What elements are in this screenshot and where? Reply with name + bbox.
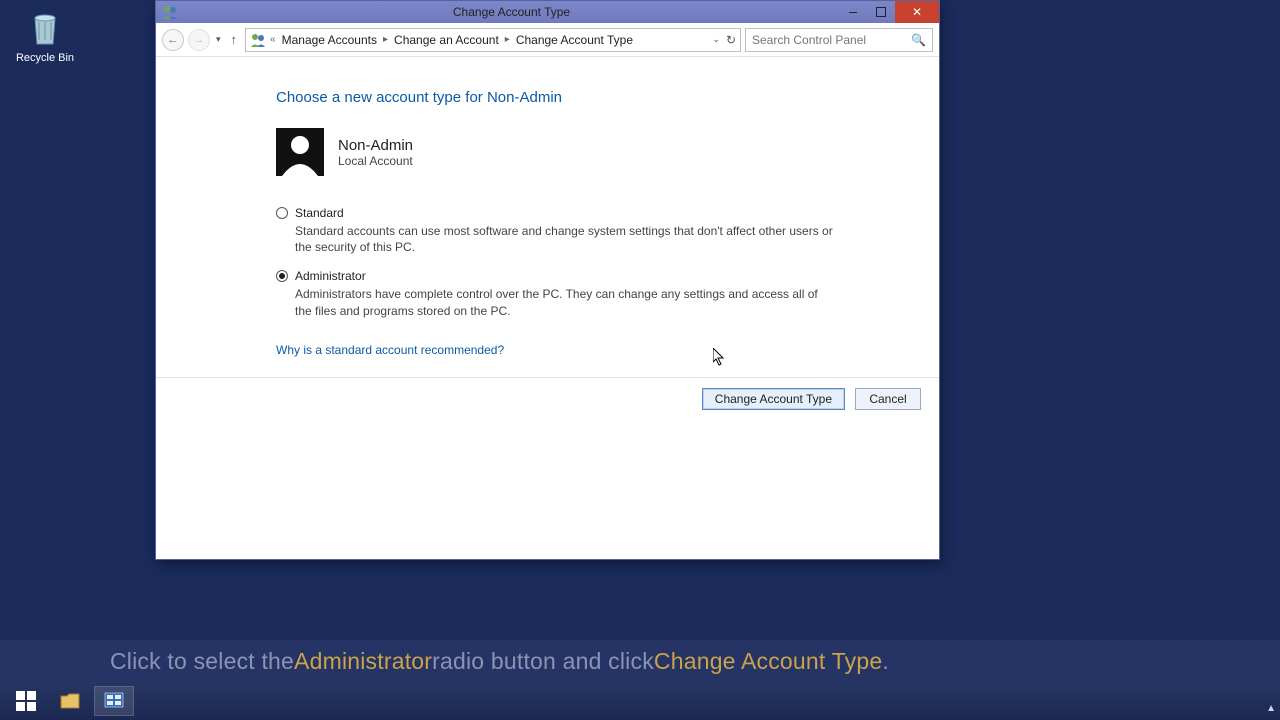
breadcrumb-seg[interactable]: Manage Accounts [280, 33, 379, 47]
desktop-icon-recycle-bin[interactable]: Recycle Bin [10, 8, 80, 64]
taskbar-control-panel[interactable] [94, 686, 134, 716]
titlebar[interactable]: Change Account Type [156, 1, 939, 23]
radio-standard[interactable] [276, 207, 288, 219]
chevron-right-icon[interactable]: ▸ [503, 34, 512, 45]
window-title: Change Account Type [184, 5, 839, 19]
address-bar[interactable]: « Manage Accounts ▸ Change an Account ▸ … [245, 28, 741, 52]
change-account-type-button[interactable]: Change Account Type [702, 388, 845, 410]
up-button[interactable]: ↑ [227, 32, 242, 47]
radio-label: Administrator [295, 269, 366, 283]
search-input[interactable] [752, 33, 911, 47]
search-icon: 🔍 [911, 33, 926, 47]
radio-description: Administrators have complete control ove… [295, 286, 835, 318]
maximize-button[interactable] [867, 1, 895, 23]
page-heading: Choose a new account type for Non-Admin [276, 89, 919, 106]
instruction-overlay: Click to select the Administrator radio … [0, 640, 1280, 682]
user-accounts-icon [162, 4, 178, 20]
button-row: Change Account Type Cancel [156, 377, 939, 410]
search-box[interactable]: 🔍 [745, 28, 933, 52]
account-type: Local Account [338, 154, 413, 168]
cancel-button[interactable]: Cancel [855, 388, 921, 410]
content-pane: Choose a new account type for Non-Admin … [156, 57, 939, 410]
radio-administrator[interactable] [276, 270, 288, 282]
breadcrumb-root-chevron-icon[interactable]: « [268, 34, 278, 45]
breadcrumb-seg[interactable]: Change Account Type [514, 33, 635, 47]
user-accounts-icon [250, 32, 266, 48]
navigation-row: ← → ▾ ↑ « Manage Accounts ▸ Change an Ac… [156, 23, 939, 57]
radio-option-standard[interactable]: Standard Standard accounts can use most … [276, 206, 919, 255]
radio-option-administrator[interactable]: Administrator Administrators have comple… [276, 269, 919, 318]
radio-label: Standard [295, 206, 344, 220]
radio-description: Standard accounts can use most software … [295, 223, 835, 255]
account-summary: Non-Admin Local Account [276, 128, 919, 176]
forward-button[interactable]: → [188, 29, 210, 51]
back-button[interactable]: ← [162, 29, 184, 51]
history-dropdown[interactable]: ▾ [214, 34, 223, 45]
account-name: Non-Admin [338, 137, 413, 154]
close-button[interactable] [895, 1, 939, 23]
desktop-icon-label: Recycle Bin [10, 52, 80, 64]
taskbar[interactable]: ▲ [0, 682, 1280, 720]
help-link[interactable]: Why is a standard account recommended? [276, 343, 504, 357]
recycle-bin-icon [25, 8, 65, 48]
minimize-button[interactable] [839, 1, 867, 23]
start-button[interactable] [6, 686, 46, 716]
breadcrumb-seg[interactable]: Change an Account [392, 33, 501, 47]
refresh-button[interactable]: ↻ [726, 33, 736, 47]
taskbar-file-explorer[interactable] [50, 686, 90, 716]
chevron-right-icon[interactable]: ▸ [381, 34, 390, 45]
avatar [276, 128, 324, 176]
address-dropdown[interactable]: ⌄ [712, 34, 720, 45]
show-hidden-icons[interactable]: ▲ [1266, 703, 1276, 714]
control-panel-window: Change Account Type ← → ▾ ↑ « Manage Acc… [155, 0, 940, 560]
